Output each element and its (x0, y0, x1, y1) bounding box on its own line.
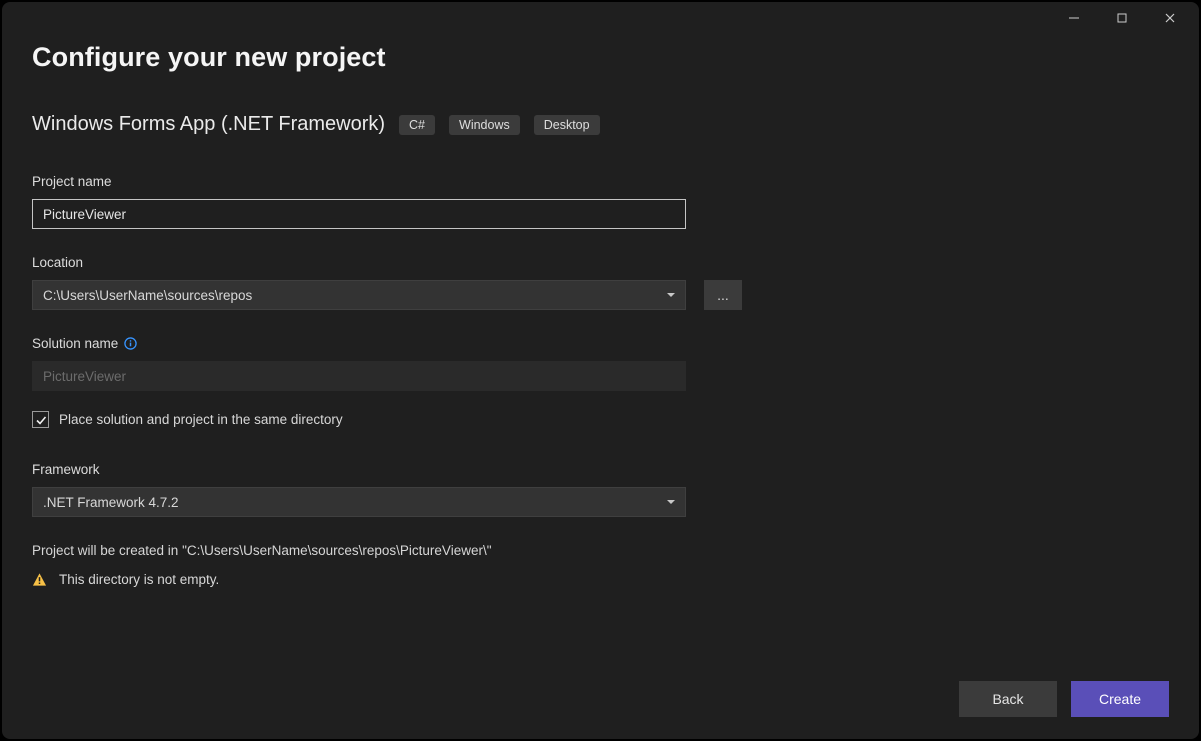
location-field: Location C:\Users\UserName\sources\repos… (32, 255, 1169, 310)
framework-label: Framework (32, 462, 1169, 477)
minimize-button[interactable] (1051, 2, 1097, 34)
location-value: C:\Users\UserName\sources\repos (43, 288, 252, 303)
chevron-down-icon (667, 293, 675, 297)
project-name-field: Project name (32, 174, 1169, 229)
same-directory-checkbox[interactable] (32, 411, 49, 428)
project-name-input[interactable] (32, 199, 686, 229)
solution-name-label: Solution name (32, 336, 1169, 351)
template-row: Windows Forms App (.NET Framework) C# Wi… (32, 113, 1169, 136)
create-button[interactable]: Create (1071, 681, 1169, 717)
solution-name-field: Solution name PictureViewer (32, 336, 1169, 391)
location-dropdown[interactable]: C:\Users\UserName\sources\repos (32, 280, 686, 310)
framework-field: Framework .NET Framework 4.7.2 (32, 462, 1169, 517)
project-path-message: Project will be created in "C:\Users\Use… (32, 543, 1169, 558)
location-label: Location (32, 255, 1169, 270)
close-icon (1164, 12, 1176, 24)
dialog-window: Configure your new project Windows Forms… (2, 2, 1199, 739)
project-name-label: Project name (32, 174, 1169, 189)
minimize-icon (1068, 12, 1080, 24)
warning-text: This directory is not empty. (59, 572, 219, 587)
warning-row: This directory is not empty. (32, 572, 1169, 587)
framework-value: .NET Framework 4.7.2 (43, 495, 179, 510)
framework-dropdown[interactable]: .NET Framework 4.7.2 (32, 487, 686, 517)
chevron-down-icon (667, 500, 675, 504)
same-directory-label: Place solution and project in the same d… (59, 412, 343, 427)
close-button[interactable] (1147, 2, 1193, 34)
info-icon[interactable] (124, 337, 137, 350)
maximize-icon (1116, 12, 1128, 24)
maximize-button[interactable] (1099, 2, 1145, 34)
tag-language: C# (399, 115, 435, 135)
dialog-content: Configure your new project Windows Forms… (2, 34, 1199, 617)
warning-icon (32, 572, 47, 587)
window-titlebar (2, 2, 1199, 34)
tag-platform: Windows (449, 115, 520, 135)
browse-location-button[interactable]: ... (704, 280, 742, 310)
dialog-footer: Back Create (959, 681, 1169, 717)
template-name: Windows Forms App (.NET Framework) (32, 113, 385, 136)
page-title: Configure your new project (32, 42, 1169, 73)
tag-type: Desktop (534, 115, 600, 135)
same-directory-row: Place solution and project in the same d… (32, 411, 1169, 428)
back-button[interactable]: Back (959, 681, 1057, 717)
checkmark-icon (35, 414, 47, 426)
solution-name-input: PictureViewer (32, 361, 686, 391)
